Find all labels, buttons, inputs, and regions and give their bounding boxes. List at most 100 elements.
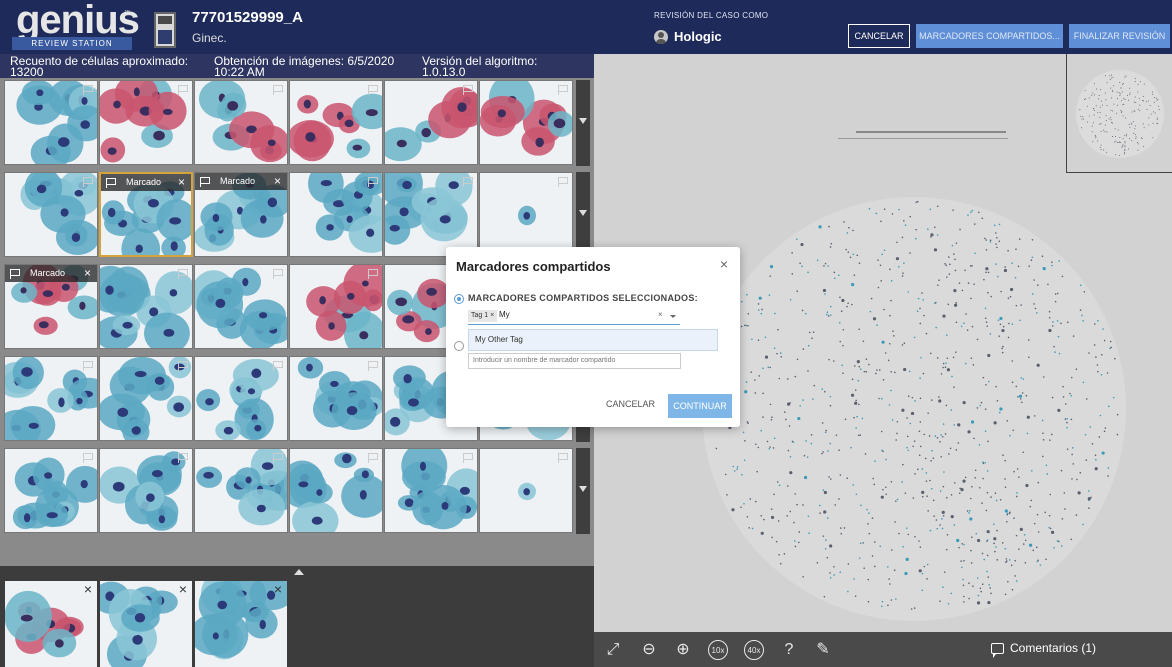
- cell-tile[interactable]: [99, 264, 193, 349]
- marked-bar: Marcado ×: [101, 174, 191, 191]
- zoom-40x-icon[interactable]: 40x: [744, 640, 764, 660]
- cell-tile[interactable]: Marcado ×: [99, 172, 193, 257]
- cell-tile[interactable]: [4, 448, 98, 533]
- flag-icon[interactable]: [178, 453, 188, 463]
- cancel-button[interactable]: CANCELAR: [848, 24, 910, 48]
- close-icon[interactable]: ×: [720, 256, 728, 272]
- cell-count: Recuento de células aproximado: 13200: [10, 54, 189, 79]
- flag-icon[interactable]: [83, 85, 93, 95]
- flag-icon[interactable]: [463, 453, 473, 463]
- cell-tile[interactable]: [289, 172, 383, 257]
- flag-icon[interactable]: [368, 453, 378, 463]
- dialog-cancel-button[interactable]: CANCELAR: [606, 399, 655, 409]
- cell-tile[interactable]: [4, 172, 98, 257]
- case-id: 77701529999_A: [192, 9, 303, 26]
- flag-icon[interactable]: [273, 269, 283, 279]
- cell-tile[interactable]: Marcado ×: [4, 264, 98, 349]
- strip-toggle[interactable]: [0, 566, 594, 578]
- strip-tile[interactable]: ×: [5, 581, 97, 667]
- flag-icon[interactable]: [368, 177, 378, 187]
- strip-tile[interactable]: ×: [195, 581, 287, 667]
- minimap-image[interactable]: [1067, 54, 1172, 173]
- shared-tags-dialog: Marcadores compartidos × MARCADORES COMP…: [446, 247, 740, 427]
- cell-tile[interactable]: [99, 80, 193, 165]
- cell-tile[interactable]: [289, 80, 383, 165]
- unmark-icon[interactable]: ×: [274, 173, 281, 190]
- unmark-icon[interactable]: ×: [84, 265, 91, 282]
- flag-icon[interactable]: [558, 85, 568, 95]
- flag-icon[interactable]: [178, 361, 188, 371]
- slide-minimap[interactable]: [1066, 54, 1172, 173]
- selected-tags-label: MARCADORES COMPARTIDOS SELECCIONADOS:: [468, 293, 698, 303]
- flag-icon[interactable]: [368, 269, 378, 279]
- cell-tile[interactable]: [99, 448, 193, 533]
- remove-icon[interactable]: ×: [274, 581, 282, 597]
- cell-tile[interactable]: [4, 80, 98, 165]
- tile-row: Marcado × Marcado ×: [4, 170, 576, 258]
- case-type: Ginec.: [192, 31, 227, 45]
- cell-tile[interactable]: Marcado ×: [194, 172, 288, 257]
- cell-tile[interactable]: [479, 172, 573, 257]
- row-scroll-down-icon[interactable]: [576, 448, 590, 534]
- expand-icon[interactable]: ⤢: [602, 639, 624, 661]
- finish-review-button[interactable]: FINALIZAR REVISIÓN: [1069, 24, 1170, 48]
- cell-tile[interactable]: [289, 356, 383, 441]
- selected-tags-radio[interactable]: [454, 294, 464, 304]
- chevron-down-icon[interactable]: [670, 315, 676, 318]
- cell-tile[interactable]: [4, 356, 98, 441]
- flag-icon[interactable]: [273, 453, 283, 463]
- zoom-in-icon[interactable]: ⊕: [672, 639, 694, 661]
- flag-icon[interactable]: [106, 178, 116, 188]
- row-scroll-down-icon[interactable]: [576, 80, 590, 166]
- comments-button[interactable]: Comentarios (1): [991, 641, 1096, 658]
- cell-tile[interactable]: [289, 448, 383, 533]
- typed-value: My: [499, 310, 510, 319]
- new-tag-field[interactable]: Introducir un nombre de marcador compart…: [468, 353, 681, 369]
- cell-tile[interactable]: [384, 172, 478, 257]
- remove-icon[interactable]: ×: [179, 581, 187, 597]
- selected-tiles-strip: × × ×: [0, 578, 594, 667]
- cell-tile[interactable]: [99, 356, 193, 441]
- zoom-10x-icon[interactable]: 10x: [708, 640, 728, 660]
- flag-icon[interactable]: [200, 177, 210, 187]
- flag-icon[interactable]: [178, 269, 188, 279]
- tag-suggestion[interactable]: My Other Tag: [468, 329, 718, 351]
- flag-icon[interactable]: [368, 85, 378, 95]
- row-scroll-down-icon[interactable]: [576, 172, 590, 258]
- flag-icon[interactable]: [273, 85, 283, 95]
- pen-icon[interactable]: ✎: [812, 639, 834, 661]
- flag-icon[interactable]: [558, 177, 568, 187]
- help-icon[interactable]: ?: [778, 639, 800, 661]
- flag-icon[interactable]: [83, 177, 93, 187]
- flag-icon[interactable]: [273, 361, 283, 371]
- flag-icon[interactable]: [83, 453, 93, 463]
- flag-icon[interactable]: [178, 85, 188, 95]
- new-tag-radio[interactable]: [454, 341, 464, 351]
- cell-tile[interactable]: [479, 80, 573, 165]
- cell-tile[interactable]: [194, 80, 288, 165]
- flag-icon[interactable]: [368, 361, 378, 371]
- flag-icon[interactable]: [463, 85, 473, 95]
- tag-chip[interactable]: Tag 1 ×: [468, 310, 498, 322]
- shared-tags-button[interactable]: MARCADORES COMPARTIDOS...: [916, 24, 1063, 48]
- cell-tile[interactable]: [194, 448, 288, 533]
- cell-tile[interactable]: [194, 264, 288, 349]
- flag-icon[interactable]: [10, 269, 20, 279]
- tile-row: [4, 446, 576, 534]
- zoom-out-icon[interactable]: ⊖: [638, 639, 660, 661]
- tag-select-input[interactable]: Tag 1 × My ×: [468, 307, 680, 325]
- flag-icon[interactable]: [463, 177, 473, 187]
- remove-icon[interactable]: ×: [84, 581, 92, 597]
- cell-tile[interactable]: [479, 448, 573, 533]
- reviewer: Hologic: [654, 29, 722, 44]
- clear-icon[interactable]: ×: [658, 310, 663, 319]
- unmark-icon[interactable]: ×: [178, 174, 185, 191]
- flag-icon[interactable]: [83, 361, 93, 371]
- cell-tile[interactable]: [384, 448, 478, 533]
- continue-button[interactable]: CONTINUAR: [668, 394, 732, 418]
- cell-tile[interactable]: [289, 264, 383, 349]
- flag-icon[interactable]: [558, 453, 568, 463]
- strip-tile[interactable]: ×: [100, 581, 192, 667]
- cell-tile[interactable]: [194, 356, 288, 441]
- cell-tile[interactable]: [384, 80, 478, 165]
